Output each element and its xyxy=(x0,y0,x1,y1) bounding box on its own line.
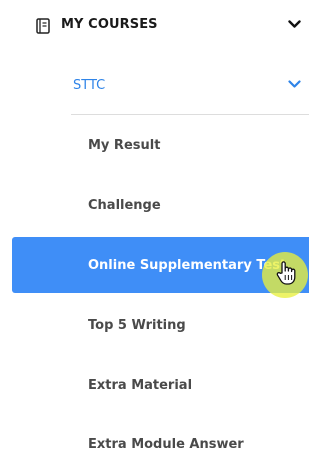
divider xyxy=(71,114,309,115)
my-courses-label: MY COURSES xyxy=(61,17,158,32)
hand-pointer-icon xyxy=(276,260,298,290)
nav-item-extra-material[interactable]: Extra Material xyxy=(71,357,309,413)
sttc-group-label[interactable]: STTC xyxy=(73,78,105,93)
chevron-down-icon[interactable] xyxy=(288,80,301,89)
my-courses-header[interactable]: MY COURSES xyxy=(0,0,309,52)
nav-item-extra-module-answer[interactable]: Extra Module Answer xyxy=(71,416,309,450)
chevron-down-icon[interactable] xyxy=(288,20,301,29)
nav-item-challenge[interactable]: Challenge xyxy=(71,177,309,233)
sidebar-nav: MY COURSES STTC My Result Challenge Onli… xyxy=(0,0,309,450)
notebook-icon xyxy=(36,18,50,34)
nav-item-top-5-writing[interactable]: Top 5 Writing xyxy=(71,297,309,353)
nav-item-my-result[interactable]: My Result xyxy=(71,117,309,173)
